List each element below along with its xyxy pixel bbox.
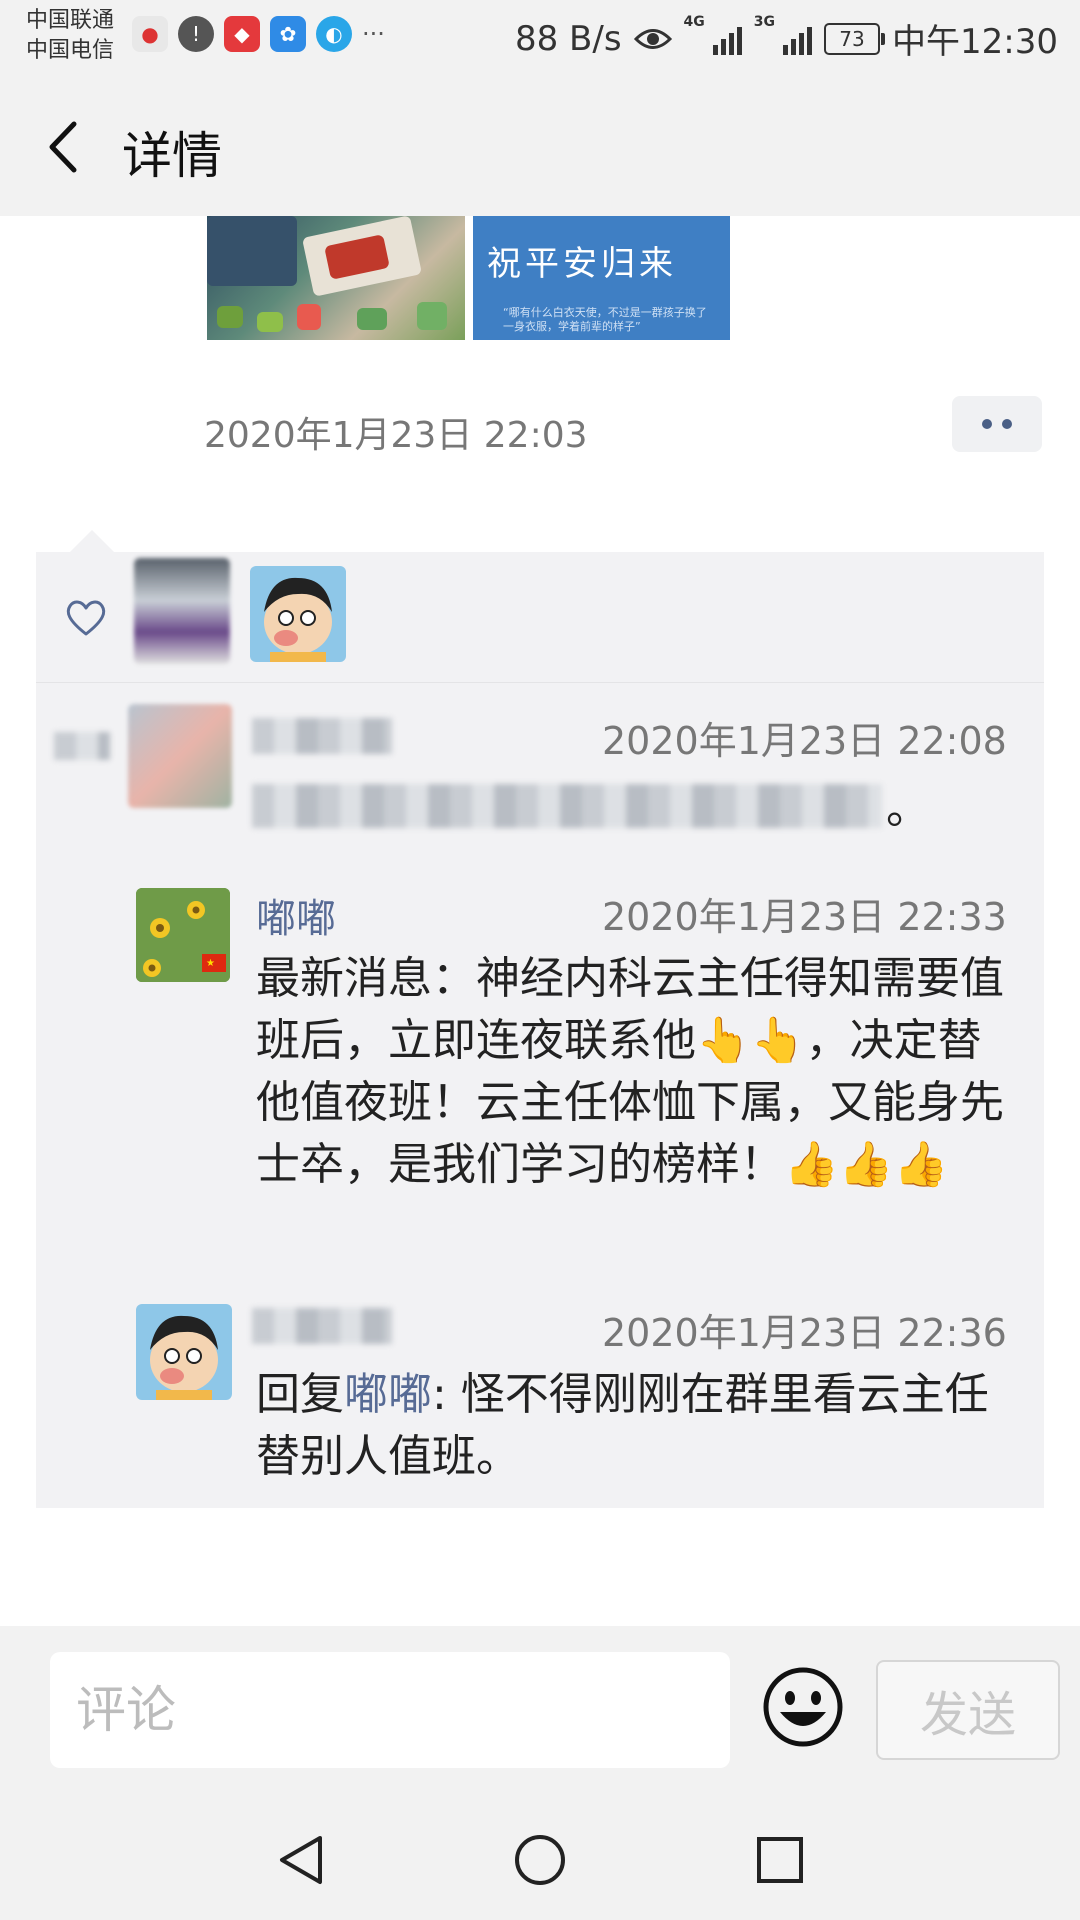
- square-recent-icon[interactable]: [754, 1832, 806, 1888]
- app-notification-icon: ◐: [316, 16, 352, 52]
- post-image-1[interactable]: [207, 216, 465, 340]
- comment-author-name[interactable]: [252, 1308, 392, 1344]
- status-bar: 中国联通 中国电信 ● ! ◆ ✿ ◐ ··· 88 B/s 4G 3G 73 …: [0, 0, 1080, 74]
- comment-avatar[interactable]: ★: [136, 888, 230, 982]
- carrier-2: 中国电信: [26, 38, 115, 63]
- carrier-1: 中国联通: [26, 8, 115, 33]
- page-title: 详情: [122, 127, 222, 185]
- comment-timestamp: 2020年1月23日 22:08: [602, 719, 1007, 763]
- comment-side-mark: [54, 732, 110, 760]
- post-image-2-caption: “哪有什么白衣天使，不过是一群孩子换了一身衣服，学着前辈的样子”: [503, 306, 707, 333]
- back-chevron-icon[interactable]: [40, 118, 90, 176]
- reply-prefix: 回复: [256, 1369, 344, 1420]
- signal-strength-1-icon: [712, 23, 742, 55]
- comment-text-blurred: [252, 784, 882, 828]
- eye-icon: [633, 28, 672, 49]
- smiley-icon[interactable]: [762, 1666, 844, 1748]
- send-button[interactable]: 发送: [876, 1660, 1060, 1760]
- comment-timestamp: 2020年1月23日 22:36: [602, 1311, 1007, 1355]
- app-notification-icon: ✿: [270, 16, 306, 52]
- more-dots-icon[interactable]: [952, 396, 1042, 452]
- circle-home-icon[interactable]: [512, 1832, 568, 1888]
- post-image-2-text: 祝平安归来: [487, 244, 677, 284]
- comment-text-end: 。: [886, 783, 930, 834]
- network-type-2: 3G: [753, 14, 776, 30]
- header: 详情: [0, 74, 1080, 216]
- network-type-1: 4G: [683, 14, 705, 30]
- reply-text: 回复嘟嘟: 怪不得刚刚在群里看云主任替别人值班。: [256, 1364, 1016, 1488]
- comment-bar: 发送: [0, 1626, 1080, 1806]
- likes-row: [36, 552, 1044, 683]
- post-timestamp: 2020年1月23日 22:03: [204, 415, 588, 456]
- comment-text: 最新消息：神经内科云主任得知需要值班后，立即连夜联系他👆👆，决定替他值夜班！云主…: [256, 953, 1004, 1190]
- system-nav-bar: [0, 1806, 1080, 1920]
- comment-avatar[interactable]: [128, 704, 232, 808]
- comment-author-name[interactable]: 嘟嘟: [256, 886, 336, 944]
- comment-input[interactable]: [50, 1652, 730, 1768]
- heart-icon: [66, 600, 106, 636]
- comment-timestamp: 2020年1月23日 22:33: [602, 895, 1007, 939]
- post-image-2[interactable]: 祝平安归来 “哪有什么白衣天使，不过是一群孩子换了一身衣服，学着前辈的样子”: [473, 216, 730, 340]
- comment-section: 2020年1月23日 22:08 。 ★ 嘟嘟 2020年1月23日 22:33…: [36, 552, 1044, 1508]
- system-status: 88 B/s 4G 3G 73 中午12:30: [515, 14, 1058, 63]
- triangle-back-icon[interactable]: [274, 1832, 326, 1888]
- app-notification-icon: ◆: [224, 16, 260, 52]
- carrier-info: 中国联通 中国电信: [26, 6, 114, 66]
- more-notifications-icon: ···: [362, 20, 385, 48]
- clock: 中午12:30: [892, 22, 1058, 62]
- battery-icon: 73: [824, 22, 886, 55]
- svg-text:★: ★: [206, 958, 215, 969]
- comment-pointer: [70, 530, 114, 552]
- reply-to-name[interactable]: 嘟嘟: [344, 1369, 432, 1420]
- cloud-alert-icon: !: [178, 16, 214, 52]
- liker-avatar[interactable]: [134, 558, 230, 664]
- net-speed: 88 B/s: [514, 18, 622, 59]
- comment-author-name[interactable]: [252, 718, 392, 754]
- signal-strength-2-icon: [783, 23, 813, 55]
- notification-icons: ● ! ◆ ✿ ◐ ···: [132, 16, 385, 52]
- comment-avatar[interactable]: [136, 1304, 232, 1400]
- location-app-icon: ●: [132, 16, 168, 52]
- liker-avatar[interactable]: [250, 566, 346, 662]
